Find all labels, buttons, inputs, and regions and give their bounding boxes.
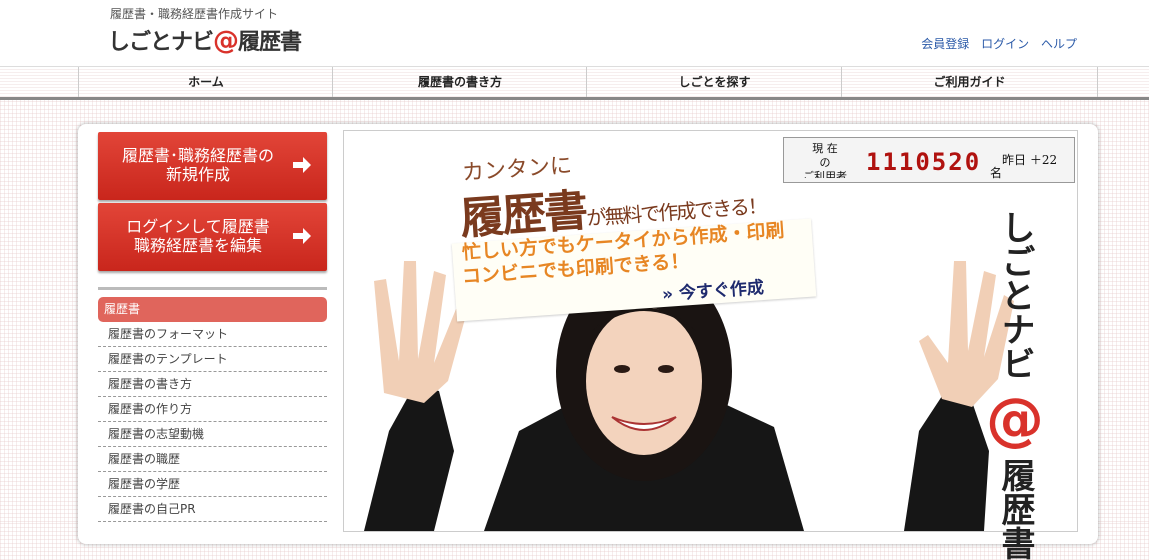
nav-guide[interactable]: ご利用ガイド	[841, 67, 1098, 97]
site-tagline: 履歴書・職務経歴書作成サイト	[110, 7, 279, 21]
nav-find-jobs[interactable]: しごとを探す	[586, 67, 842, 97]
site-header: 履歴書・職務経歴書作成サイト しごとナビ@履歴書 会員登録 ログイン ヘルプ	[0, 0, 1149, 66]
menu-item-format[interactable]: 履歴書のフォーマット	[98, 322, 327, 347]
login-edit-button[interactable]: ログインして履歴書 職務経歴書を編集	[98, 203, 327, 271]
menu-header-resume[interactable]: 履歴書	[98, 297, 327, 322]
nav-home[interactable]: ホーム	[78, 67, 333, 97]
menu-item-education[interactable]: 履歴書の学歴	[98, 472, 327, 497]
brand-vertical-top: しごとナビ	[995, 210, 1035, 380]
register-link[interactable]: 会員登録	[921, 37, 969, 51]
brand-at-mark: @	[986, 385, 1044, 453]
brand-vertical-bottom: 履歴書	[995, 458, 1035, 560]
logo-at-mark: @	[213, 26, 239, 56]
menu-item-how-to-make[interactable]: 履歴書の作り方	[98, 397, 327, 422]
menu-item-how-to-write[interactable]: 履歴書の書き方	[98, 372, 327, 397]
logo-text-part1: しごとナビ	[108, 30, 214, 55]
menu-item-self-pr[interactable]: 履歴書の自己PR	[98, 497, 327, 522]
sidebar-divider	[98, 287, 327, 290]
counter-label-line2: の	[819, 156, 831, 169]
menu-item-motivation[interactable]: 履歴書の志望動機	[98, 422, 327, 447]
login-link[interactable]: ログイン	[981, 37, 1029, 51]
counter-yesterday: 昨日 ＋22	[1002, 153, 1058, 167]
help-link[interactable]: ヘルプ	[1041, 37, 1077, 51]
user-counter: 現 在 の ご利用者 1110520 昨日 ＋22 名	[783, 137, 1075, 183]
counter-label: 現 在 の ご利用者	[790, 142, 860, 178]
vertical-brand: しごとナビ @ 履歴書	[985, 210, 1045, 560]
create-new-button[interactable]: 履歴書･職務経歴書の 新規作成	[98, 132, 327, 200]
create-new-line1: 履歴書･職務経歴書の	[121, 146, 274, 165]
menu-item-template[interactable]: 履歴書のテンプレート	[98, 347, 327, 372]
arrow-right-icon	[293, 157, 311, 173]
counter-unit: 名	[990, 166, 1003, 180]
arrow-right-icon	[293, 228, 311, 244]
create-new-label: 履歴書･職務経歴書の 新規作成	[108, 146, 288, 184]
create-new-line2: 新規作成	[165, 165, 230, 184]
counter-label-line3: ご利用者	[803, 170, 847, 178]
site-logo[interactable]: しごとナビ@履歴書	[108, 24, 302, 56]
counter-value: 1110520	[866, 148, 982, 176]
logo-text-part2: 履歴書	[238, 30, 302, 55]
menu-item-work-history[interactable]: 履歴書の職歴	[98, 447, 327, 472]
login-edit-label: ログインして履歴書 職務経歴書を編集	[108, 217, 288, 255]
counter-label-line1: 現 在	[812, 142, 838, 155]
login-edit-line1: ログインして履歴書	[126, 217, 270, 236]
main-nav: ホーム 履歴書の書き方 しごとを探す ご利用ガイド	[0, 66, 1149, 100]
nav-how-to-write[interactable]: 履歴書の書き方	[332, 67, 587, 97]
login-edit-line2: 職務経歴書を編集	[133, 236, 262, 255]
top-links: 会員登録 ログイン ヘルプ	[913, 35, 1077, 52]
